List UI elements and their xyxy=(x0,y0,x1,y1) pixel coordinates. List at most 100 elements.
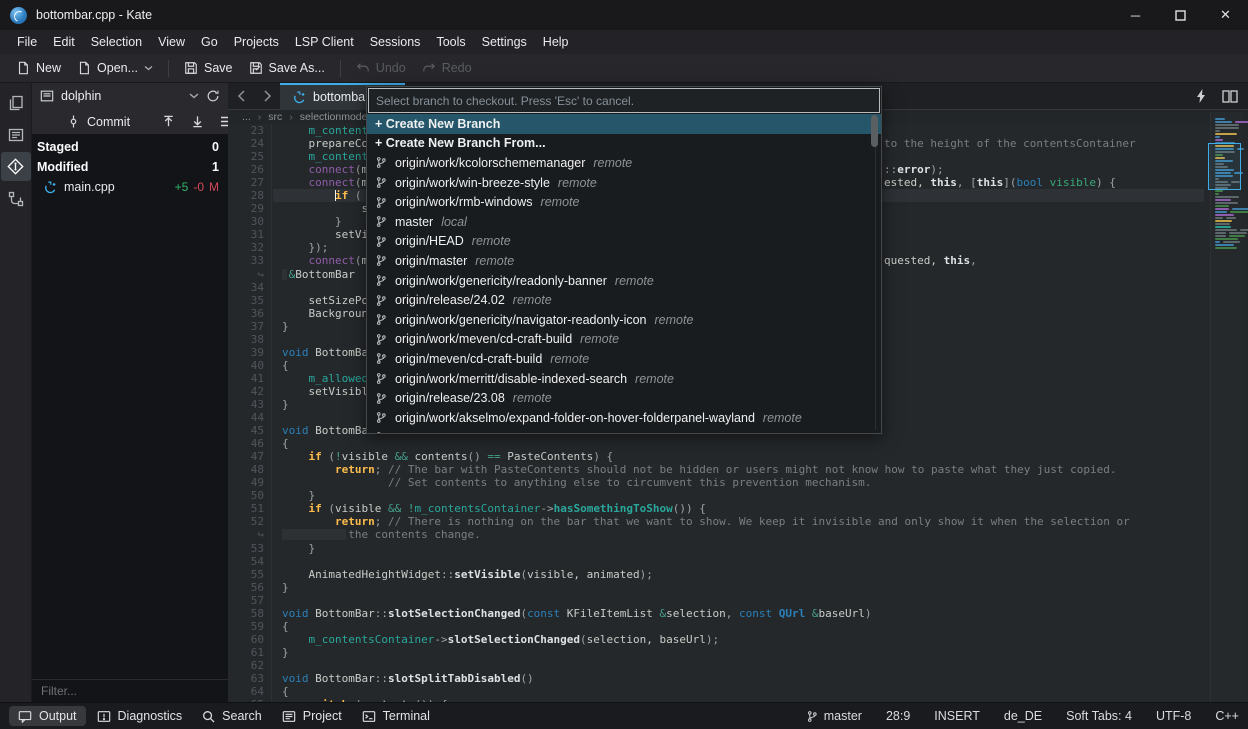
breadcrumb-item[interactable]: selectionmode xyxy=(300,111,368,123)
branch-item[interactable]: origin/work/genericity/navigator-readonl… xyxy=(367,310,881,330)
maximize-button[interactable] xyxy=(1158,0,1203,30)
minimap-viewport[interactable] xyxy=(1208,143,1241,190)
panel-button-search[interactable]: Search xyxy=(193,706,271,726)
code-line[interactable]: 48 return; // The bar with PasteContents… xyxy=(228,463,1248,476)
code-line[interactable]: 58void BottomBar::slotSelectionChanged(c… xyxy=(228,607,1248,620)
commit-button[interactable]: Commit xyxy=(67,115,130,129)
quick-open-icon[interactable] xyxy=(1196,89,1206,103)
code-line[interactable]: 63void BottomBar::slotSplitTabDisabled() xyxy=(228,672,1248,685)
open-button[interactable]: Open... xyxy=(69,58,161,78)
modified-file-row[interactable]: main.cpp +5 -0 M xyxy=(32,177,228,197)
minimize-button[interactable]: ─ xyxy=(1113,0,1158,30)
branch-item[interactable]: origin/masterremote xyxy=(367,251,881,271)
forward-button[interactable] xyxy=(254,83,280,109)
branch-name: origin/HEAD xyxy=(395,234,464,248)
project-selector[interactable]: dolphin xyxy=(32,83,228,109)
kate-app-icon xyxy=(10,7,27,24)
symbols-panel-icon[interactable] xyxy=(1,120,31,149)
menu-edit[interactable]: Edit xyxy=(45,32,83,52)
code-line[interactable]: 49 // Set contents to anything else to c… xyxy=(228,476,1248,489)
menu-view[interactable]: View xyxy=(150,32,193,52)
code-line[interactable]: 61} xyxy=(228,646,1248,659)
code-line[interactable]: 54 xyxy=(228,555,1248,568)
breadcrumb-item[interactable]: src xyxy=(268,111,282,123)
code-line[interactable]: 59{ xyxy=(228,620,1248,633)
code-line[interactable]: 56} xyxy=(228,581,1248,594)
git-panel-icon[interactable] xyxy=(1,152,31,181)
panel-button-project[interactable]: Project xyxy=(273,706,351,726)
redo-button[interactable]: Redo xyxy=(414,58,480,78)
status-git-branch[interactable]: master xyxy=(806,709,862,723)
refresh-icon[interactable] xyxy=(206,89,220,103)
breadcrumb-item[interactable]: ... xyxy=(242,111,251,123)
code-line[interactable]: 60 m_contentsContainer->slotSelectionCha… xyxy=(228,633,1248,646)
close-button[interactable]: ✕ xyxy=(1203,0,1248,30)
branch-item[interactable]: origin/release/24.02remote xyxy=(367,290,881,310)
chevron-down-icon[interactable] xyxy=(189,93,199,99)
filter-input[interactable]: Filter... xyxy=(32,679,228,702)
new-button[interactable]: New xyxy=(8,58,69,78)
save-button[interactable]: Save xyxy=(176,58,241,78)
code-line[interactable]: 46{ xyxy=(228,437,1248,450)
code-line[interactable]: 51 if (visible && !m_contentsContainer->… xyxy=(228,502,1248,515)
menu-tools[interactable]: Tools xyxy=(428,32,473,52)
status-syntax-mode[interactable]: C++ xyxy=(1215,709,1239,723)
minimap-line xyxy=(1223,241,1240,243)
code-line[interactable]: 52 return; // There is nothing on the ba… xyxy=(228,515,1248,528)
menu-file[interactable]: File xyxy=(9,32,45,52)
branch-item[interactable]: origin/work/meven/cd-craft-buildremote xyxy=(367,330,881,350)
popup-scrollbar-track[interactable] xyxy=(875,115,876,430)
branch-item[interactable]: origin/meven/cd-craft-buildremote xyxy=(367,349,881,369)
undo-button[interactable]: Undo xyxy=(348,58,414,78)
code-line[interactable]: 50 } xyxy=(228,489,1248,502)
save-as-button[interactable]: Save As... xyxy=(241,58,333,78)
branch-item[interactable]: origin/work/rmb-windowsremote xyxy=(367,192,881,212)
menu-selection[interactable]: Selection xyxy=(83,32,150,52)
code-line[interactable]: 53 } xyxy=(228,542,1248,555)
create-branch-item[interactable]: + Create New Branch From... xyxy=(367,134,881,154)
menu-go[interactable]: Go xyxy=(193,32,226,52)
branch-item[interactable] xyxy=(367,428,881,435)
status-dictionary[interactable]: de_DE xyxy=(1004,709,1042,723)
branch-item[interactable]: origin/HEADremote xyxy=(367,232,881,252)
status-cursor-position[interactable]: 28:9 xyxy=(886,709,910,723)
code-line[interactable]: 55 AnimatedHeightWidget::setVisible(visi… xyxy=(228,568,1248,581)
status-input-mode[interactable]: INSERT xyxy=(934,709,980,723)
pull-icon[interactable] xyxy=(191,115,204,128)
status-tab-settings[interactable]: Soft Tabs: 4 xyxy=(1066,709,1132,723)
branch-search-input[interactable]: Select branch to checkout. Press 'Esc' t… xyxy=(368,88,880,113)
menu-help[interactable]: Help xyxy=(535,32,577,52)
branch-item[interactable]: masterlocal xyxy=(367,212,881,232)
menu-projects[interactable]: Projects xyxy=(226,32,287,52)
branch-item[interactable]: origin/work/genericity/readonly-bannerre… xyxy=(367,271,881,291)
code-line[interactable]: 64{ xyxy=(228,685,1248,698)
code-line[interactable]: ↪ the contents change. xyxy=(228,528,1248,541)
modified-section[interactable]: Modified 1 xyxy=(32,157,228,177)
staged-section[interactable]: Staged 0 xyxy=(32,137,228,157)
panel-button-terminal[interactable]: Terminal xyxy=(353,706,439,726)
menu-lsp-client[interactable]: LSP Client xyxy=(287,32,362,52)
minimap[interactable] xyxy=(1210,112,1242,702)
panel-button-diagnostics[interactable]: Diagnostics xyxy=(88,706,192,726)
panel-button-output[interactable]: Output xyxy=(9,706,86,726)
code-line[interactable]: 57 xyxy=(228,594,1248,607)
menu-settings[interactable]: Settings xyxy=(474,32,535,52)
status-encoding[interactable]: UTF-8 xyxy=(1156,709,1191,723)
menu-sessions[interactable]: Sessions xyxy=(362,32,429,52)
branch-item[interactable]: origin/work/kcolorschememanagerremote xyxy=(367,153,881,173)
branch-name: origin/release/23.08 xyxy=(395,391,505,405)
branch-item[interactable]: origin/work/akselmo/expand-folder-on-hov… xyxy=(367,408,881,428)
back-button[interactable] xyxy=(228,83,254,109)
popup-scrollbar-thumb[interactable] xyxy=(871,115,878,147)
code-line[interactable]: 47 if (!visible && contents() == PasteCo… xyxy=(228,450,1248,463)
code-line[interactable]: 62 xyxy=(228,659,1248,672)
create-branch-item[interactable]: + Create New Branch xyxy=(367,114,881,134)
branch-item[interactable]: origin/work/merritt/disable-indexed-sear… xyxy=(367,369,881,389)
push-icon[interactable] xyxy=(162,115,175,128)
line-number: 62 xyxy=(228,659,272,672)
documents-icon[interactable] xyxy=(1,88,31,117)
split-view-icon[interactable] xyxy=(1222,90,1238,103)
commit-graph-icon[interactable] xyxy=(1,184,31,213)
branch-item[interactable]: origin/work/win-breeze-styleremote xyxy=(367,173,881,193)
branch-item[interactable]: origin/release/23.08remote xyxy=(367,388,881,408)
